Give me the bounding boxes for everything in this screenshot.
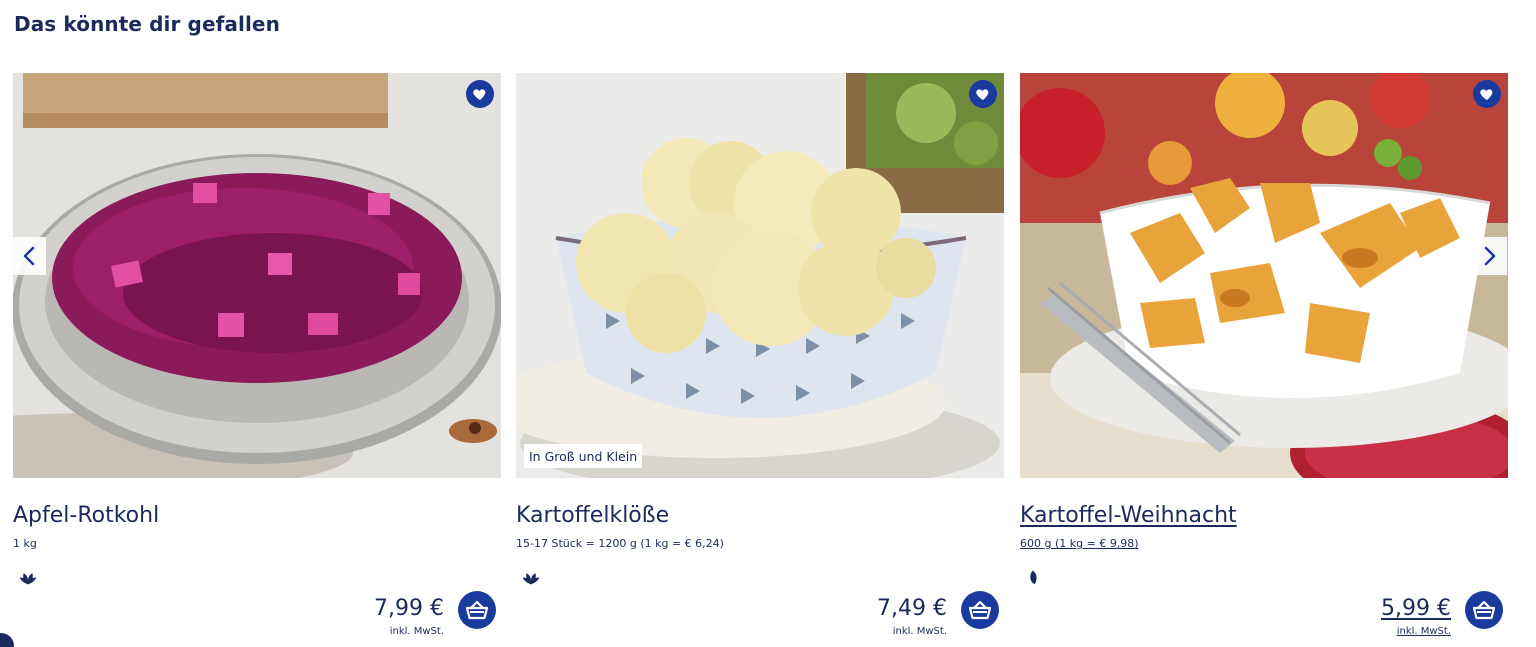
product-badge: In Groß und Klein [524,444,643,468]
product-name[interactable]: Kartoffel-Weihnacht [1020,503,1237,528]
add-to-basket-button[interactable] [961,591,999,629]
chevron-left-icon [23,246,35,266]
basket-icon [968,600,992,620]
carousel-prev-button[interactable] [12,237,46,275]
leaf-icon [522,573,540,585]
product-price: 5,99 € [1381,596,1451,621]
product-card[interactable]: Apfel-Rotkohl 1 kg 7,99 € inkl. MwSt. [13,73,501,637]
product-carousel: Apfel-Rotkohl 1 kg 7,99 € inkl. MwSt. In… [0,0,1536,647]
product-quantity: 1 kg [13,537,37,550]
product-name[interactable]: Apfel-Rotkohl [13,503,159,528]
product-card[interactable]: In Groß und Klein Kartoffelklöße 15-17 S… [516,73,1004,637]
heart-icon [976,89,989,100]
heart-icon [1480,89,1493,100]
heart-icon [473,89,486,100]
product-price: 7,99 € [374,596,444,621]
product-image[interactable] [1020,73,1508,478]
product-name[interactable]: Kartoffelklöße [516,503,669,528]
product-card[interactable]: Kartoffel-Weihnacht 600 g (1 kg = € 9,98… [1020,73,1508,637]
favorite-button[interactable] [1473,80,1501,108]
basket-icon [465,600,489,620]
product-quantity: 15-17 Stück = 1200 g (1 kg = € 6,24) [516,537,724,550]
chevron-right-icon [1484,246,1496,266]
favorite-button[interactable] [969,80,997,108]
vat-note: inkl. MwSt. [892,626,947,637]
leaf-icon [1030,570,1040,585]
product-image[interactable] [13,73,501,478]
basket-icon [1472,600,1496,620]
favorite-button[interactable] [466,80,494,108]
add-to-basket-button[interactable] [458,591,496,629]
product-quantity: 600 g (1 kg = € 9,98) [1020,537,1139,550]
product-image[interactable]: In Groß und Klein [516,73,1004,478]
carousel-next-button[interactable] [1473,237,1507,275]
vat-note: inkl. MwSt. [389,626,444,637]
vat-note: inkl. MwSt. [1396,626,1451,637]
add-to-basket-button[interactable] [1465,591,1503,629]
product-price: 7,49 € [877,596,947,621]
leaf-icon [19,573,37,585]
